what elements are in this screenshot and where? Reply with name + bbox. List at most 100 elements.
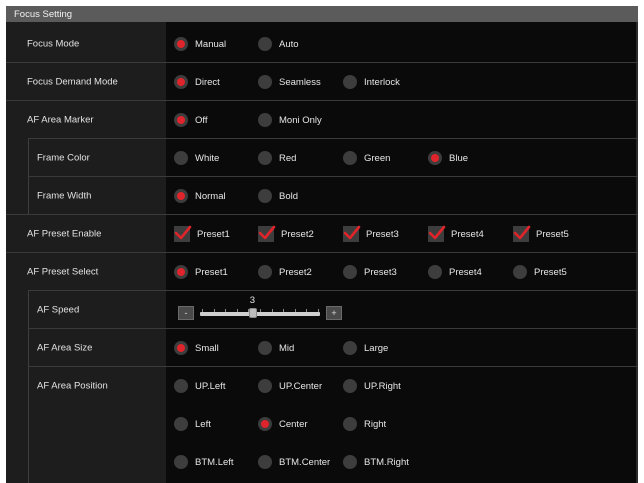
radio-af-area-position-btm-center[interactable]: BTM.Center — [258, 454, 330, 470]
radio-focus-mode-auto[interactable]: Auto — [258, 36, 299, 52]
setting-label: AF Area Position — [37, 380, 108, 392]
radio-unselected-icon[interactable] — [343, 75, 357, 89]
radio-unselected-icon[interactable] — [343, 455, 357, 469]
radio-af-preset-select-preset2[interactable]: Preset2 — [258, 264, 312, 280]
af-speed-slider[interactable]: - 3 + — [178, 295, 348, 322]
radio-af-area-position-left[interactable]: Left — [174, 416, 211, 432]
radio-selected-icon[interactable] — [174, 189, 188, 203]
radio-unselected-icon[interactable] — [258, 379, 272, 393]
radio-unselected-icon[interactable] — [174, 151, 188, 165]
radio-unselected-icon[interactable] — [513, 265, 527, 279]
slider-track[interactable] — [200, 312, 320, 316]
checkbox-preset1[interactable]: Preset1 — [174, 225, 230, 242]
radio-af-area-size-mid[interactable]: Mid — [258, 340, 294, 356]
radio-frame-width-bold[interactable]: Bold — [258, 188, 298, 204]
setting-label: Frame Width — [37, 190, 92, 202]
slider-tick — [271, 309, 273, 312]
option-label: Off — [195, 114, 208, 126]
radio-focus-demand-mode-seamless[interactable]: Seamless — [258, 74, 321, 90]
setting-label: AF Area Size — [37, 342, 93, 354]
radio-af-area-size-small[interactable]: Small — [174, 340, 219, 356]
radio-unselected-icon[interactable] — [258, 341, 272, 355]
radio-af-area-position-up-left[interactable]: UP.Left — [174, 378, 225, 394]
radio-frame-color-blue[interactable]: Blue — [428, 150, 468, 166]
decrement-button[interactable]: - — [178, 306, 194, 320]
radio-af-preset-select-preset3[interactable]: Preset3 — [343, 264, 397, 280]
radio-frame-color-green[interactable]: Green — [343, 150, 390, 166]
slider-thumb[interactable] — [248, 308, 257, 318]
radio-af-area-position-right[interactable]: Right — [343, 416, 386, 432]
section-header: Focus Setting — [6, 6, 638, 22]
slider-tick — [260, 309, 261, 312]
radio-unselected-icon[interactable] — [343, 265, 357, 279]
option-label: Preset4 — [449, 266, 482, 278]
setting-row-frame-width: Frame Width Normal Bold — [6, 177, 638, 215]
radio-unselected-icon[interactable] — [343, 417, 357, 431]
option-label: Preset1 — [197, 228, 230, 240]
setting-label: AF Preset Enable — [27, 228, 102, 240]
radio-unselected-icon[interactable] — [343, 151, 357, 165]
radio-af-area-position-btm-right[interactable]: BTM.Right — [343, 454, 409, 470]
radio-unselected-icon[interactable] — [258, 189, 272, 203]
slider-tick — [225, 309, 227, 312]
radio-focus-demand-mode-interlock[interactable]: Interlock — [343, 74, 400, 90]
radio-unselected-icon[interactable] — [258, 265, 272, 279]
radio-unselected-icon[interactable] — [258, 455, 272, 469]
slider-tick — [213, 309, 215, 312]
radio-af-area-position-up-right[interactable]: UP.Right — [343, 378, 401, 394]
radio-unselected-icon[interactable] — [258, 151, 272, 165]
radio-unselected-icon[interactable] — [343, 379, 357, 393]
checkbox-checked-icon[interactable] — [174, 225, 192, 242]
setting-label: AF Speed — [37, 304, 80, 316]
radio-selected-icon[interactable] — [174, 341, 188, 355]
radio-frame-color-red[interactable]: Red — [258, 150, 296, 166]
radio-selected-icon[interactable] — [174, 37, 188, 51]
option-label: Moni Only — [279, 114, 322, 126]
option-label: Green — [364, 152, 391, 164]
radio-frame-width-normal[interactable]: Normal — [174, 188, 226, 204]
radio-unselected-icon[interactable] — [174, 379, 188, 393]
radio-selected-icon[interactable] — [258, 417, 272, 431]
radio-unselected-icon[interactable] — [258, 75, 272, 89]
radio-af-area-position-up-center[interactable]: UP.Center — [258, 378, 322, 394]
radio-af-area-marker-off[interactable]: Off — [174, 112, 208, 128]
radio-unselected-icon[interactable] — [258, 113, 272, 127]
radio-selected-icon[interactable] — [174, 113, 188, 127]
option-label: BTM.Left — [195, 456, 234, 468]
option-label: Preset3 — [364, 266, 397, 278]
checkbox-preset5[interactable]: Preset5 — [513, 225, 569, 242]
radio-af-preset-select-preset4[interactable]: Preset4 — [428, 264, 482, 280]
radio-unselected-icon[interactable] — [343, 341, 357, 355]
radio-selected-icon[interactable] — [174, 265, 188, 279]
option-label: Preset2 — [281, 228, 314, 240]
radio-selected-icon[interactable] — [428, 151, 442, 165]
checkbox-checked-icon[interactable] — [343, 225, 361, 242]
radio-af-preset-select-preset1[interactable]: Preset1 — [174, 264, 228, 280]
slider-tick — [318, 309, 319, 312]
radio-unselected-icon[interactable] — [428, 265, 442, 279]
radio-unselected-icon[interactable] — [258, 37, 272, 51]
radio-af-area-size-large[interactable]: Large — [343, 340, 388, 356]
increment-button[interactable]: + — [326, 306, 342, 320]
radio-selected-icon[interactable] — [174, 75, 188, 89]
radio-frame-color-white[interactable]: White — [174, 150, 219, 166]
option-label: Preset1 — [195, 266, 228, 278]
checkbox-preset2[interactable]: Preset2 — [258, 225, 314, 242]
checkbox-checked-icon[interactable] — [258, 225, 276, 242]
radio-focus-demand-mode-direct[interactable]: Direct — [174, 74, 220, 90]
radio-af-preset-select-preset5[interactable]: Preset5 — [513, 264, 567, 280]
radio-af-area-position-center[interactable]: Center — [258, 416, 308, 432]
radio-af-area-position-btm-left[interactable]: BTM.Left — [174, 454, 234, 470]
radio-unselected-icon[interactable] — [174, 417, 188, 431]
setting-row-af-area-size: AF Area Size Small Mid Large — [6, 329, 638, 367]
checkbox-preset4[interactable]: Preset4 — [428, 225, 484, 242]
radio-af-area-marker-moni-only[interactable]: Moni Only — [258, 112, 322, 128]
checkbox-preset3[interactable]: Preset3 — [343, 225, 399, 242]
checkbox-checked-icon[interactable] — [513, 225, 531, 242]
radio-unselected-icon[interactable] — [174, 455, 188, 469]
checkbox-checked-icon[interactable] — [428, 225, 446, 242]
radio-focus-mode-manual[interactable]: Manual — [174, 36, 226, 52]
focus-setting-panel: Focus Setting Focus Mode Manual Auto Focus … — [6, 6, 638, 483]
option-label: Normal — [195, 190, 226, 202]
setting-label: Frame Color — [37, 152, 90, 164]
